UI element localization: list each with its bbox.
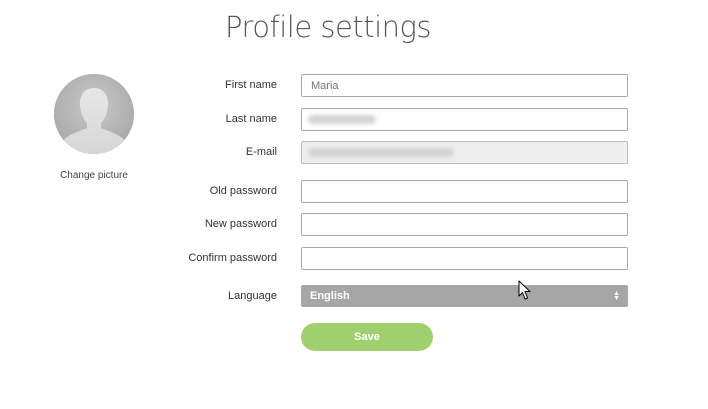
- language-row: Language English ▲ ▼: [0, 285, 708, 309]
- email-input: [301, 141, 628, 164]
- save-button[interactable]: Save: [301, 323, 433, 351]
- confirm-password-row: Confirm password: [0, 247, 708, 271]
- old-password-input[interactable]: [301, 180, 628, 203]
- confirm-password-label: Confirm password: [188, 252, 277, 264]
- language-select[interactable]: English ▲ ▼: [301, 285, 628, 307]
- select-arrows-icon: ▲ ▼: [613, 290, 620, 302]
- new-password-row: New password: [0, 213, 708, 237]
- new-password-input[interactable]: [301, 213, 628, 236]
- confirm-password-input[interactable]: [301, 247, 628, 270]
- language-selected-value: English: [310, 290, 350, 302]
- language-label: Language: [228, 290, 277, 302]
- old-password-label: Old password: [209, 185, 277, 197]
- first-name-row: First name: [0, 74, 708, 98]
- first-name-label: First name: [225, 79, 277, 91]
- page-title: Profile settings: [224, 10, 432, 44]
- last-name-row: Last name: [0, 108, 708, 132]
- last-name-label: Last name: [225, 113, 277, 125]
- first-name-input[interactable]: [301, 74, 628, 97]
- new-password-label: New password: [204, 218, 277, 230]
- email-label: E-mail: [245, 146, 277, 158]
- old-password-row: Old password: [0, 180, 708, 204]
- last-name-input[interactable]: [301, 108, 628, 131]
- email-row: E-mail: [0, 141, 708, 165]
